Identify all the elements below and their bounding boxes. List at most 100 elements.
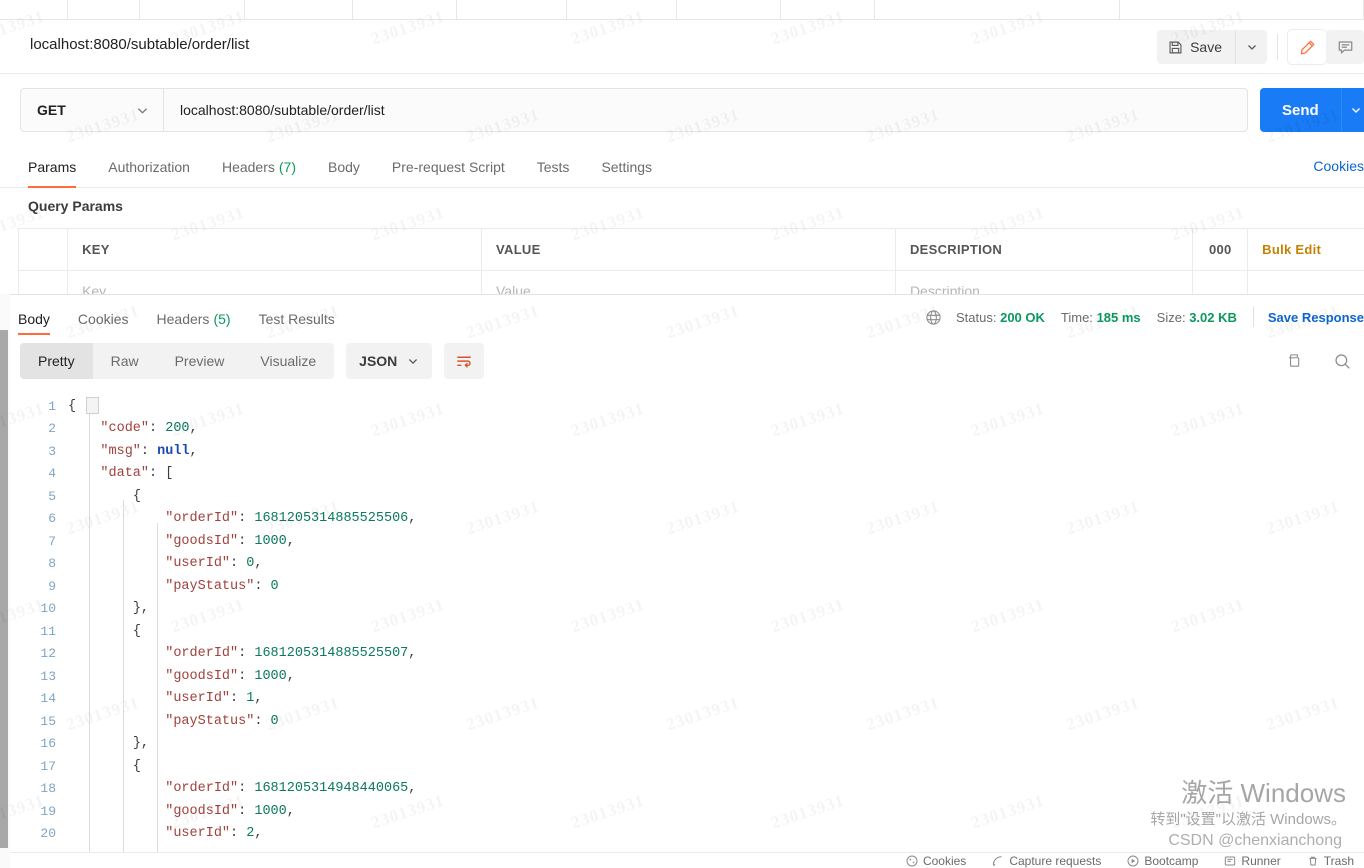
search-icon xyxy=(1333,352,1352,371)
format-selector[interactable]: JSON xyxy=(346,343,433,379)
copy-button[interactable] xyxy=(1276,343,1312,379)
status-item-capture-requests[interactable]: Capture requests xyxy=(992,854,1101,868)
code-token: { xyxy=(132,623,141,639)
code-token: : xyxy=(149,421,166,437)
request-tabs: Params Authorization Headers (7) Body Pre-req… xyxy=(0,146,1364,188)
tab-label: Body xyxy=(328,159,360,175)
view-preview[interactable]: Preview xyxy=(157,343,243,379)
tab-pre-request-script[interactable]: Pre-request Script xyxy=(376,146,521,188)
view-visualize[interactable]: Visualize xyxy=(242,343,334,379)
code-token: { xyxy=(132,488,141,504)
code-line: 18 "orderId": 1681205314948440065, xyxy=(0,778,1364,801)
search-button[interactable] xyxy=(1324,343,1360,379)
status-label: Status: 200 OK xyxy=(956,309,1045,325)
response-view-segmented-control: Pretty Raw Preview Visualize xyxy=(20,343,335,379)
column-header-description: DESCRIPTION xyxy=(896,229,1194,270)
tab-params[interactable]: Params xyxy=(28,146,92,188)
view-pretty[interactable]: Pretty xyxy=(20,343,93,379)
tab-label: Settings xyxy=(601,159,653,175)
code-token: , xyxy=(140,601,150,617)
status-item-runner[interactable]: Runner xyxy=(1224,853,1281,868)
save-button[interactable]: Save xyxy=(1157,30,1235,64)
code-token: "goodsId" xyxy=(165,533,239,549)
code-token: "userId" xyxy=(165,556,231,572)
code-text: "payStatus": 0 xyxy=(68,579,278,594)
response-tab-label: Cookies xyxy=(77,311,129,327)
line-number: 7 xyxy=(48,533,56,549)
code-token: "data" xyxy=(100,466,150,482)
tab-authorization[interactable]: Authorization xyxy=(92,146,206,188)
code-text: { xyxy=(68,489,141,504)
edit-button[interactable] xyxy=(1288,30,1326,64)
tab-body[interactable]: Body xyxy=(312,146,376,188)
pencil-icon xyxy=(1299,39,1316,56)
line-number: 17 xyxy=(40,758,56,774)
line-number: 19 xyxy=(40,803,56,819)
send-button[interactable]: Send xyxy=(1260,88,1341,132)
query-params-header: KEY VALUE DESCRIPTION 000 Bulk Edit xyxy=(19,229,1364,271)
code-text: { xyxy=(68,624,141,639)
save-options-button[interactable] xyxy=(1235,30,1267,64)
code-text: "userId": 2, xyxy=(68,826,262,841)
status-item-label: Runner xyxy=(1241,853,1281,868)
response-tab-cookies[interactable]: Cookies xyxy=(64,303,143,335)
response-scrollbar[interactable] xyxy=(0,330,8,848)
response-tab-headers[interactable]: Headers (5) xyxy=(143,303,245,335)
status-item-trash[interactable]: Trash xyxy=(1307,854,1354,868)
code-text: "code": 200, xyxy=(68,421,197,437)
tab-settings[interactable]: Settings xyxy=(585,146,668,188)
response-tab-test-results[interactable]: Test Results xyxy=(245,303,349,335)
response-body-code[interactable]: 1{2 "code": 200, 3 "msg": null, 4 "data": … xyxy=(0,395,1364,855)
code-token: : xyxy=(149,466,166,482)
save-response-button[interactable]: Save Response xyxy=(1268,310,1364,325)
code-text: }, xyxy=(68,601,149,616)
code-token: 1681205314948440065 xyxy=(254,781,409,797)
response-tab-list: Body Cookies Headers (5) Test Results xyxy=(18,303,349,335)
response-tab-body[interactable]: Body xyxy=(18,303,64,335)
capture-icon xyxy=(992,855,1004,867)
code-fold-marker[interactable] xyxy=(86,397,99,414)
code-token: : xyxy=(238,646,255,662)
select-all-cell xyxy=(19,229,69,270)
format-label: JSON xyxy=(359,353,398,369)
word-wrap-button[interactable] xyxy=(444,343,485,379)
comment-button[interactable] xyxy=(1326,30,1364,64)
code-line-list: 1{2 "code": 200, 3 "msg": null, 4 "data": … xyxy=(0,395,1364,845)
code-text: "payStatus": 0 xyxy=(68,714,278,729)
tab-tests[interactable]: Tests xyxy=(521,146,586,188)
meta-divider xyxy=(1252,307,1254,327)
cookies-link[interactable]: Cookies xyxy=(1313,158,1364,174)
code-line: 19 "goodsId": 1000, xyxy=(0,800,1364,823)
tab-remnant xyxy=(968,0,1120,20)
code-token: "orderId" xyxy=(165,781,239,797)
code-line: 8 "userId": 0, xyxy=(0,553,1364,576)
code-token: , xyxy=(254,556,263,572)
status-item-label: Capture requests xyxy=(1009,853,1102,868)
code-token: 1681205314885525507 xyxy=(254,646,409,662)
code-token: "userId" xyxy=(165,826,231,842)
status-item-cookies[interactable]: Cookies xyxy=(906,854,966,868)
code-token: : xyxy=(238,511,255,527)
code-token: : xyxy=(238,781,255,797)
send-options-button[interactable] xyxy=(1340,88,1364,132)
globe-icon xyxy=(925,309,942,326)
tab-headers[interactable]: Headers (7) xyxy=(206,146,312,188)
view-raw[interactable]: Raw xyxy=(93,343,157,379)
code-token: , xyxy=(408,646,417,662)
copy-icon xyxy=(1285,352,1303,370)
code-line: 20 "userId": 2, xyxy=(0,823,1364,846)
params-options-icon[interactable]: 000 xyxy=(1193,229,1249,270)
word-wrap-icon xyxy=(455,352,474,371)
url-input[interactable] xyxy=(164,89,1247,131)
request-title-row: localhost:8080/subtable/order/list Save xyxy=(0,20,1364,74)
method-selector[interactable]: GET xyxy=(21,89,164,131)
query-params-title: Query Params xyxy=(28,198,123,214)
status-item-bootcamp[interactable]: Bootcamp xyxy=(1127,854,1198,868)
status-item-label: Trash xyxy=(1323,853,1354,868)
tab-remnant xyxy=(781,0,875,20)
comment-icon xyxy=(1337,39,1354,56)
bulk-edit-button[interactable]: Bulk Edit xyxy=(1248,229,1364,270)
